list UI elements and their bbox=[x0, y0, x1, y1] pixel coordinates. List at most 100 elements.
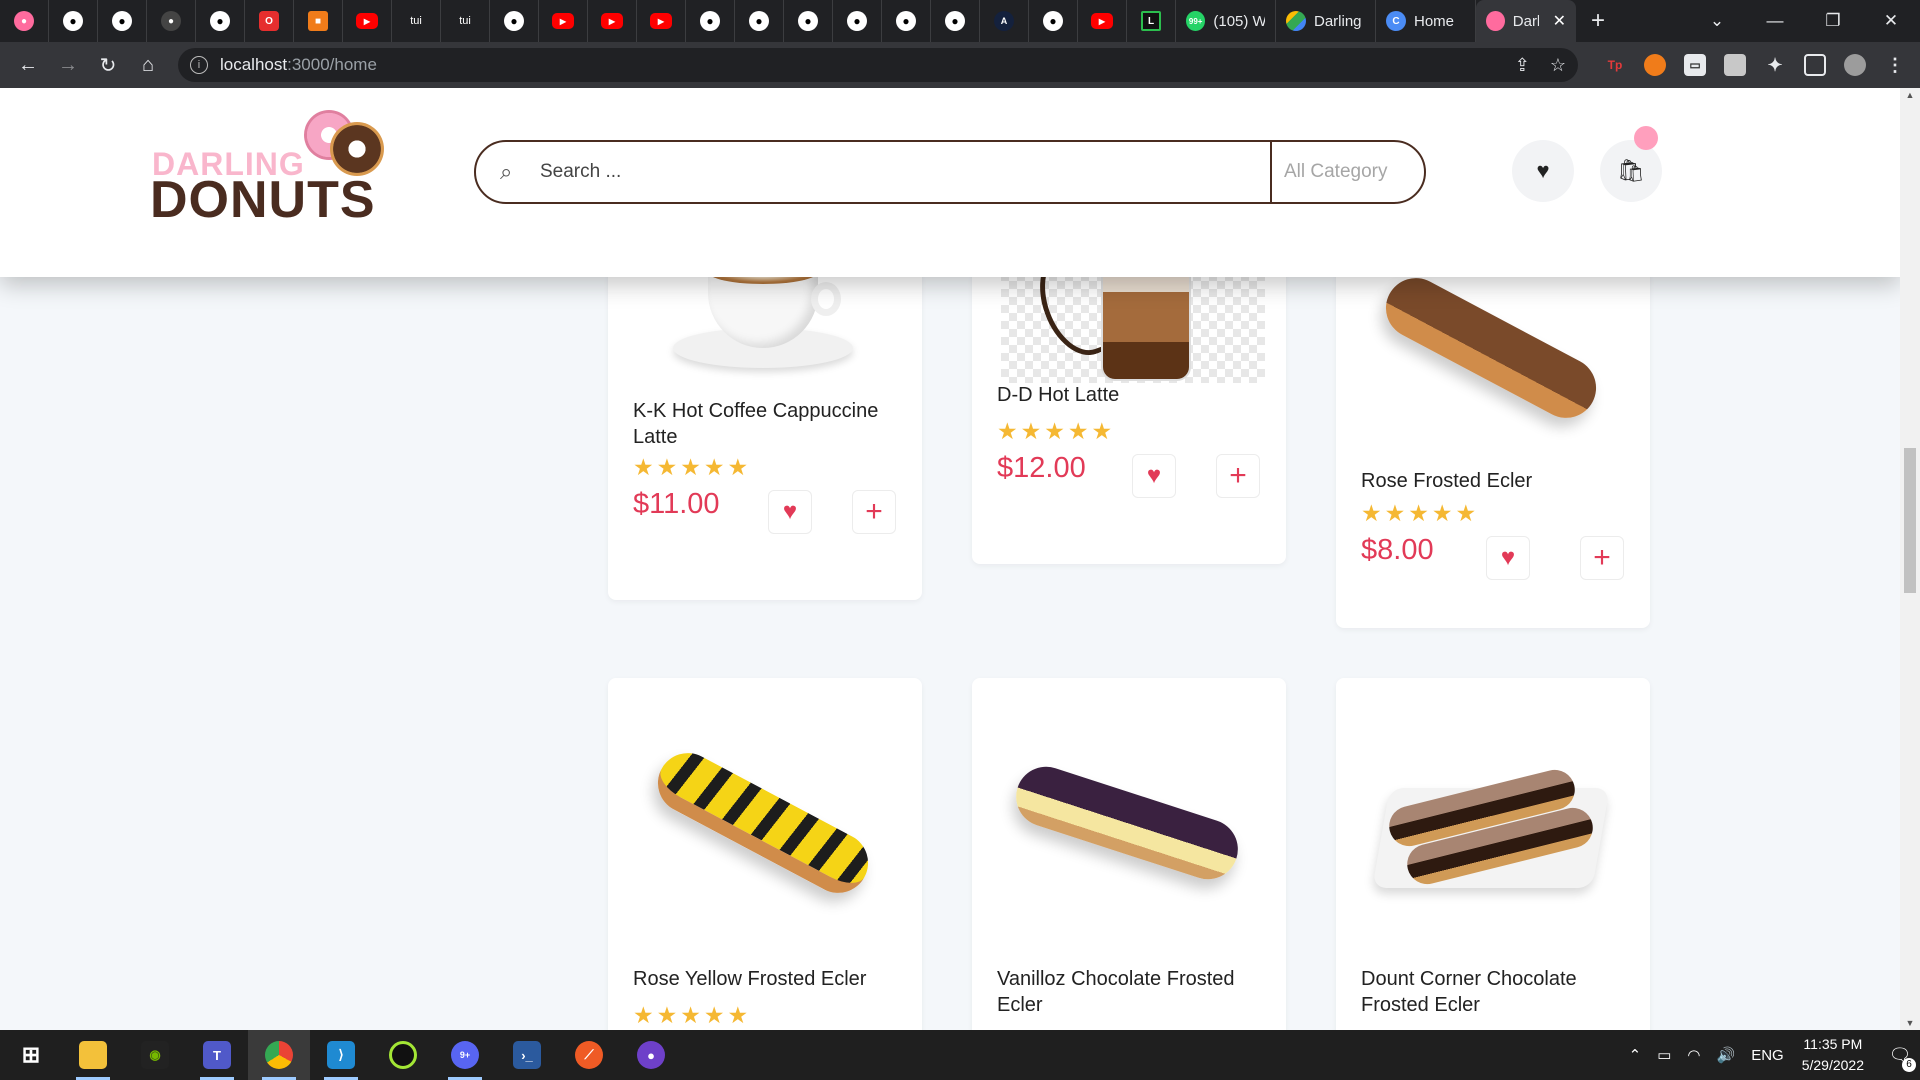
share-icon[interactable]: ⇪ bbox=[1515, 55, 1530, 76]
tab-github-2[interactable]: ● bbox=[98, 0, 147, 42]
grey-extension-icon[interactable] bbox=[1724, 54, 1746, 76]
powershell-icon: ›_ bbox=[513, 1041, 541, 1069]
language-indicator[interactable]: ENG bbox=[1751, 1047, 1784, 1064]
wishlist-button[interactable]: ♥ bbox=[1512, 140, 1574, 202]
new-tab-button[interactable]: + bbox=[1576, 7, 1620, 35]
battery-icon[interactable]: ▭ bbox=[1657, 1046, 1671, 1064]
close-tab-icon[interactable]: ✕ bbox=[1553, 11, 1566, 31]
close-window-button[interactable]: ✕ bbox=[1862, 11, 1920, 31]
tab-home[interactable]: C Home bbox=[1376, 0, 1476, 42]
search-input[interactable] bbox=[540, 161, 1270, 183]
product-title[interactable]: Rose Yellow Frosted Ecler bbox=[633, 966, 903, 992]
puzzle-extensions-icon[interactable]: ✦ bbox=[1764, 54, 1786, 76]
tab-github-5[interactable]: ● bbox=[490, 0, 539, 42]
tab-github-6[interactable]: ● bbox=[686, 0, 735, 42]
cart-button[interactable]: 🛍 bbox=[1600, 140, 1662, 202]
tab-github-1[interactable]: ● bbox=[49, 0, 98, 42]
product-title[interactable]: Dount Corner Chocolate Frosted Ecler bbox=[1361, 966, 1631, 1018]
tab-youtube-2[interactable]: ▶ bbox=[539, 0, 588, 42]
tab-github-7[interactable]: ● bbox=[735, 0, 784, 42]
volume-icon[interactable]: 🔊 bbox=[1717, 1046, 1736, 1064]
scrollbar-thumb[interactable] bbox=[1904, 448, 1916, 593]
tab-tui-1[interactable]: tui bbox=[392, 0, 441, 42]
product-card[interactable]: Rose Frosted Ecler ★★★★★ $8.00 ♥ + bbox=[1336, 218, 1650, 628]
tab-label: Darl bbox=[1512, 12, 1539, 30]
wishlist-heart-button[interactable]: ♥ bbox=[768, 490, 812, 534]
taskbar-circle-app[interactable] bbox=[372, 1030, 434, 1080]
taskbar-file-explorer[interactable] bbox=[62, 1030, 124, 1080]
bookmark-star-icon[interactable]: ☆ bbox=[1550, 55, 1566, 76]
product-image bbox=[1356, 728, 1626, 918]
cart-badge bbox=[1634, 126, 1658, 150]
restore-button[interactable]: ❐ bbox=[1804, 11, 1862, 31]
tab-whatsapp[interactable]: 99+ (105) W bbox=[1176, 0, 1276, 42]
add-to-cart-button[interactable]: + bbox=[1216, 454, 1260, 498]
profile-avatar[interactable] bbox=[1844, 54, 1866, 76]
product-card[interactable]: Rose Yellow Frosted Ecler ★★★★★ bbox=[608, 678, 922, 1030]
tab-darling-active[interactable]: Darl ✕ bbox=[1476, 0, 1576, 42]
add-to-cart-button[interactable]: + bbox=[852, 490, 896, 534]
tab-github-8[interactable]: ● bbox=[784, 0, 833, 42]
product-title[interactable]: Vanilloz Chocolate Frosted Ecler bbox=[997, 966, 1267, 1018]
wallet-extension-icon[interactable]: ▭ bbox=[1684, 54, 1706, 76]
minimize-button[interactable]: — bbox=[1746, 11, 1804, 31]
tab-youtube-5[interactable]: ▶ bbox=[1078, 0, 1127, 42]
plus-icon: + bbox=[1593, 541, 1611, 574]
reload-icon[interactable]: ↻ bbox=[88, 53, 128, 78]
tab-github-3[interactable]: ● bbox=[147, 0, 196, 42]
back-icon[interactable]: ← bbox=[8, 54, 48, 77]
site-info-icon[interactable]: i bbox=[190, 56, 208, 74]
tab-github-9[interactable]: ● bbox=[833, 0, 882, 42]
wishlist-heart-button[interactable]: ♥ bbox=[1132, 454, 1176, 498]
tab-youtube-3[interactable]: ▶ bbox=[588, 0, 637, 42]
product-card[interactable]: Dount Corner Chocolate Frosted Ecler bbox=[1336, 678, 1650, 1030]
taskbar-clock[interactable]: 11:35 PM 5/29/2022 bbox=[1802, 1034, 1864, 1076]
youtube-icon: ▶ bbox=[601, 13, 623, 29]
tab-box[interactable]: ■ bbox=[294, 0, 343, 42]
tab-github-4[interactable]: ● bbox=[196, 0, 245, 42]
tab-github-11[interactable]: ● bbox=[931, 0, 980, 42]
scroll-down-arrow-icon[interactable]: ▼ bbox=[1900, 1018, 1920, 1028]
tab-tuenti[interactable]: ● bbox=[0, 0, 49, 42]
product-title[interactable]: K-K Hot Coffee Cappuccine Latte bbox=[633, 398, 903, 450]
tab-youtube-1[interactable]: ▶ bbox=[343, 0, 392, 42]
cookie-extension-icon[interactable] bbox=[1644, 54, 1666, 76]
wifi-icon[interactable]: ◠ bbox=[1687, 1046, 1700, 1064]
start-button[interactable]: ⊞ bbox=[0, 1030, 62, 1080]
product-card[interactable]: Vanilloz Chocolate Frosted Ecler bbox=[972, 678, 1286, 1030]
taskbar-discord[interactable]: 9+ bbox=[434, 1030, 496, 1080]
tp-extension-icon[interactable]: Tp bbox=[1604, 54, 1626, 76]
tab-search-icon[interactable]: ⌄ bbox=[1688, 11, 1746, 31]
category-select[interactable]: All Category bbox=[1270, 142, 1424, 202]
tab-youtube-4[interactable]: ▶ bbox=[637, 0, 686, 42]
forward-icon[interactable]: → bbox=[48, 54, 88, 77]
tab-github-10[interactable]: ● bbox=[882, 0, 931, 42]
taskbar-postman[interactable]: ⟋ bbox=[558, 1030, 620, 1080]
clock-time: 11:35 PM bbox=[1803, 1036, 1863, 1052]
product-title[interactable]: D-D Hot Latte bbox=[997, 382, 1267, 408]
brand-logo[interactable]: DARLING DONUTS bbox=[150, 108, 390, 229]
tab-github-12[interactable]: ● bbox=[1029, 0, 1078, 42]
side-panel-icon[interactable] bbox=[1804, 54, 1826, 76]
taskbar-nvidia[interactable]: ◉ bbox=[124, 1030, 186, 1080]
tab-angular[interactable]: A bbox=[980, 0, 1029, 42]
taskbar-teams[interactable]: T bbox=[186, 1030, 248, 1080]
tab-google-drive[interactable]: Darling bbox=[1276, 0, 1376, 42]
product-title[interactable]: Rose Frosted Ecler bbox=[1361, 468, 1631, 494]
page-scrollbar[interactable]: ▲ ▼ bbox=[1900, 88, 1920, 1030]
tab-l[interactable]: L bbox=[1127, 0, 1176, 42]
menu-kebab-icon[interactable]: ⋮ bbox=[1884, 54, 1906, 76]
taskbar-github-desktop[interactable]: ● bbox=[620, 1030, 682, 1080]
tab-tui-2[interactable]: tui bbox=[441, 0, 490, 42]
tab-opera[interactable]: O bbox=[245, 0, 294, 42]
taskbar-vscode[interactable]: ⟩ bbox=[310, 1030, 372, 1080]
taskbar-chrome[interactable] bbox=[248, 1030, 310, 1080]
notification-center-button[interactable]: 🗨 6 bbox=[1880, 1030, 1920, 1080]
home-icon[interactable]: ⌂ bbox=[128, 54, 168, 77]
scroll-up-arrow-icon[interactable]: ▲ bbox=[1900, 90, 1920, 100]
taskbar-powershell[interactable]: ›_ bbox=[496, 1030, 558, 1080]
chevron-up-icon[interactable]: ⌃ bbox=[1629, 1046, 1642, 1064]
url-field[interactable]: i localhost:3000/home ⇪ ☆ bbox=[178, 48, 1578, 82]
add-to-cart-button[interactable]: + bbox=[1580, 536, 1624, 580]
wishlist-heart-button[interactable]: ♥ bbox=[1486, 536, 1530, 580]
